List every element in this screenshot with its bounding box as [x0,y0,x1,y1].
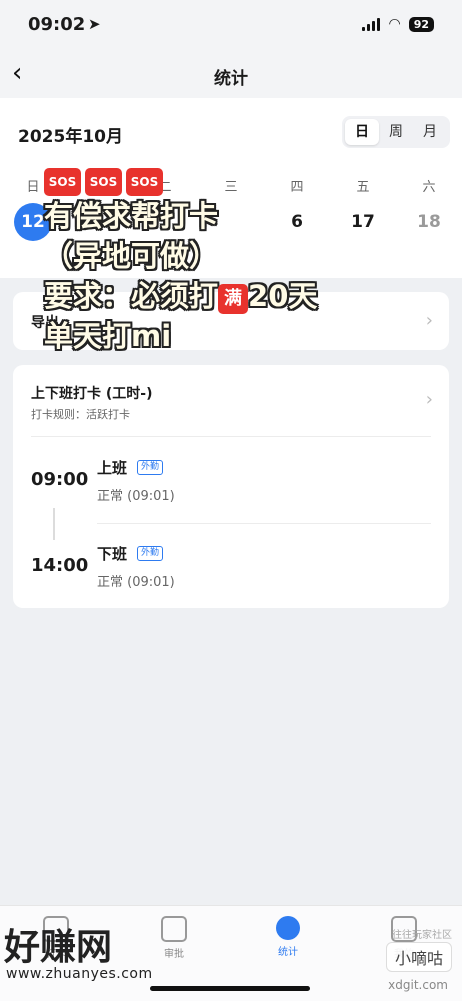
punch-status: 正常 (09:01) [97,489,175,504]
tab-statistics[interactable]: 统计 [258,916,318,958]
page-title: 统计 [214,69,248,89]
attendance-rule: 打卡规则：活跃打卡 [31,408,130,421]
overlay-line: 要求：必须打满 20天 [44,276,444,316]
punch-type: 上班 [97,459,128,477]
tab-label: 统计 [278,947,298,958]
overlay-text: 20天 [248,279,318,313]
view-month-button[interactable]: 月 [413,119,447,145]
home-indicator [150,986,310,991]
watermark-url: www.zhuanyes.com [6,966,153,982]
overlay-line: 有偿求帮打卡 [44,199,219,233]
watermark-url: xdgit.com [388,978,448,992]
status-icons: ◠ 92 [362,16,434,32]
punch-time: 14:00 [31,555,89,576]
overlay-text: 要求：必须打 [44,279,219,313]
field-work-tag: 外勤 [137,546,164,561]
tab-label: 审批 [164,949,184,960]
watermark-logo: 好赚网 [4,927,113,968]
overlay-line: 单天打mi [44,319,172,353]
location-arrow-icon: ➤ [88,15,101,33]
watermark-logo: 小嘀咕 [385,942,452,972]
view-week-button[interactable]: 周 [379,119,413,145]
watermark-caption: 往往玩家社区 [392,930,452,941]
battery-icon: 92 [408,16,434,32]
divider [97,523,431,524]
attendance-card: 上下班打卡 (工时-) 打卡规则：活跃打卡 › 09:00 上班 外勤 正常 (… [13,365,449,608]
status-bar: 09:02 ➤ ◠ 92 [0,0,462,50]
punch-status: 正常 (09:01) [97,575,175,590]
punch-time: 09:00 [31,469,89,490]
wifi-icon: ◠ [388,16,401,32]
view-switcher: 日 周 月 [342,116,450,148]
divider [31,436,431,437]
tab-approval[interactable]: 审批 [144,916,204,960]
ad-overlay: SOS SOS SOS 有偿求帮打卡 （异地可做） 要求：必须打满 20天 单天打… [44,168,444,356]
punch-type: 下班 [97,545,128,563]
chevron-right-icon[interactable]: › [426,389,433,410]
status-time: 09:02 [28,14,86,35]
pie-chart-icon [276,916,300,940]
sos-badge: SOS [85,168,122,196]
calendar-month[interactable]: 2025年10月 [18,122,123,147]
full-badge: 满 [218,284,249,314]
timeline-connector [53,508,55,540]
field-work-tag: 外勤 [137,460,164,475]
view-day-button[interactable]: 日 [345,119,379,145]
signal-icon [362,17,381,31]
sos-row: SOS SOS SOS [44,168,444,196]
attendance-title[interactable]: 上下班打卡 (工时-) [31,383,152,403]
sos-badge: SOS [44,168,81,196]
overlay-line: （异地可做） [44,239,219,273]
nav-bar: ‹ 统计 [0,50,462,98]
document-icon [161,916,187,942]
sos-badge: SOS [126,168,163,196]
